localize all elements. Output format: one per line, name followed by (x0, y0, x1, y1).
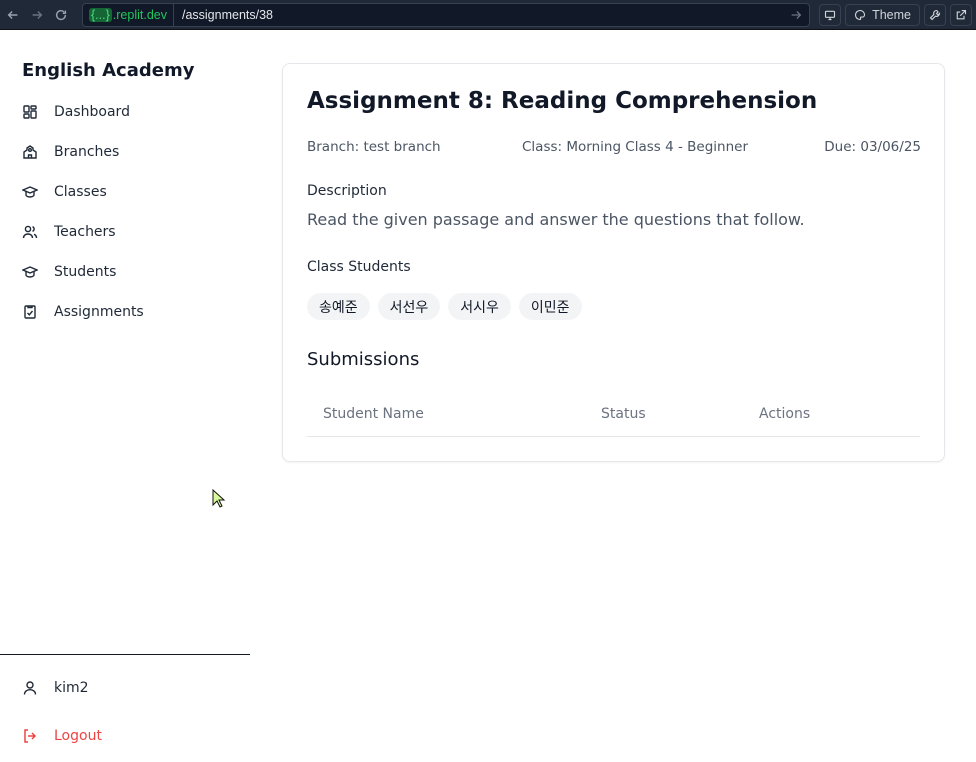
sidebar-item-label: Teachers (54, 224, 116, 240)
user-profile[interactable]: kim2 (22, 676, 89, 700)
sidebar-item-students[interactable]: Students (0, 252, 250, 292)
url-path: /assignments/38 (181, 8, 274, 22)
student-chip: 서시우 (448, 293, 511, 320)
go-arrow-icon[interactable] (789, 8, 803, 22)
theme-label: Theme (872, 8, 911, 22)
monitor-icon (825, 10, 836, 21)
reload-icon[interactable] (50, 4, 72, 26)
browser-toolbar: {...} .replit.dev /assignments/38 Theme (0, 0, 976, 30)
sidebar-item-label: Students (54, 264, 117, 280)
assignment-class: Class: Morning Class 4 - Beginner (522, 139, 749, 155)
url-domain: {...} .replit.dev (83, 4, 174, 26)
column-header-actions: Actions (759, 406, 811, 422)
submissions-table-header: Student Name Status Actions (307, 391, 920, 437)
sidebar-nav: Dashboard Branches Classes Teachers Stud… (0, 92, 250, 332)
forward-arrow-icon[interactable] (26, 4, 48, 26)
logout-label: Logout (54, 728, 102, 744)
open-external-button[interactable] (950, 4, 972, 26)
student-chip: 송예준 (307, 293, 370, 320)
sidebar-item-assignments[interactable]: Assignments (0, 292, 250, 332)
sidebar-item-label: Classes (54, 184, 107, 200)
palette-icon (855, 9, 866, 21)
assignment-card: Assignment 8: Reading Comprehension Bran… (282, 63, 945, 462)
sidebar-item-branches[interactable]: Branches (0, 132, 250, 172)
graduation-cap-icon (22, 184, 38, 200)
clipboard-check-icon (22, 304, 38, 320)
brand-title: English Academy (22, 60, 195, 81)
url-bar[interactable]: {...} .replit.dev /assignments/38 (82, 3, 810, 27)
sidebar-item-teachers[interactable]: Teachers (0, 212, 250, 252)
school-building-icon (22, 144, 38, 160)
device-preview-button[interactable] (819, 4, 842, 26)
sidebar: English Academy Dashboard Branches Class… (0, 31, 250, 762)
student-chip: 이민준 (518, 293, 582, 320)
user-icon (23, 681, 37, 695)
assignment-meta: Branch: test branch Class: Morning Class… (307, 139, 921, 157)
assignment-branch: Branch: test branch (307, 139, 441, 155)
back-arrow-icon[interactable] (2, 4, 24, 26)
sidebar-item-classes[interactable]: Classes (0, 172, 250, 212)
description-label: Description (307, 183, 387, 199)
graduation-cap-icon (22, 264, 38, 280)
url-domain-suffix: .replit.dev (112, 8, 167, 22)
page-title: Assignment 8: Reading Comprehension (307, 88, 818, 114)
users-icon (22, 224, 38, 240)
sidebar-item-label: Assignments (54, 304, 144, 320)
assignment-due-date: Due: 03/06/25 (824, 139, 921, 155)
submissions-title: Submissions (307, 349, 420, 370)
sidebar-divider (0, 654, 250, 655)
external-link-icon (956, 9, 967, 20)
column-header-student-name: Student Name (323, 406, 424, 422)
url-domain-braces: {...} (89, 8, 112, 22)
sidebar-item-dashboard[interactable]: Dashboard (0, 92, 250, 132)
mouse-cursor-icon (212, 489, 226, 508)
student-chip: 서선우 (377, 293, 441, 320)
sidebar-item-label: Branches (54, 144, 120, 160)
logout-button[interactable]: Logout (22, 724, 102, 748)
logout-icon (24, 729, 37, 743)
wrench-icon (929, 9, 941, 21)
devtools-button[interactable] (924, 4, 946, 26)
class-students-label: Class Students (307, 259, 411, 275)
column-header-status: Status (601, 406, 646, 422)
theme-button[interactable]: Theme (845, 4, 920, 26)
description-text: Read the given passage and answer the qu… (307, 210, 805, 229)
sidebar-item-label: Dashboard (54, 104, 130, 120)
user-name: kim2 (54, 680, 89, 696)
student-chip-list: 송예준 서선우 서시우 이민준 (307, 293, 582, 320)
dashboard-grid-icon (22, 104, 38, 120)
